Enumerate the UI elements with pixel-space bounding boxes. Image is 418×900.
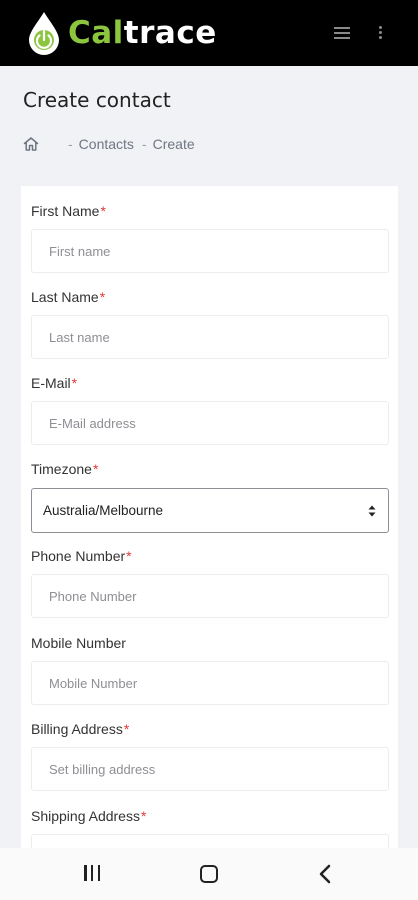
phone-number-label-text: Phone Number [31,548,126,564]
first-name-input[interactable]: First name [31,229,389,273]
billing-address-label-text: Billing Address [31,721,123,737]
mobile-number-label: Mobile Number [31,635,126,651]
email-placeholder: E-Mail address [49,415,136,431]
page-title: Create contact [23,88,171,112]
timezone-label-text: Timezone [31,461,92,477]
breadcrumb-contacts[interactable]: Contacts [79,136,134,152]
email-label-text: E-Mail [31,375,71,391]
phone-number-input[interactable]: Phone Number [31,574,389,618]
logo-text-cal: Cal [68,15,124,51]
timezone-selected-value: Australia/Melbourne [43,503,164,518]
mobile-number-placeholder: Mobile Number [49,675,138,691]
breadcrumb-create: Create [152,136,195,152]
breadcrumb-separator: - [68,136,73,152]
timezone-label: Timezone* [31,461,98,477]
last-name-label: Last Name* [31,289,105,305]
timezone-select[interactable]: Australia/Melbourne [31,488,389,533]
phone-number-placeholder: Phone Number [49,588,137,604]
phone-number-label: Phone Number* [31,548,132,564]
required-marker: * [92,461,99,477]
required-marker: * [99,289,106,305]
breadcrumb-separator: - [141,136,147,152]
billing-address-input[interactable]: Set billing address [31,747,389,791]
shipping-address-label: Shipping Address* [31,808,146,824]
last-name-label-text: Last Name [31,289,99,305]
logo-text-trace: trace [123,15,217,51]
vertical-dots-icon[interactable] [379,26,383,40]
drop-power-icon [29,12,59,55]
logo-text: Caltrace [68,10,217,56]
required-marker: * [71,375,78,391]
recent-apps-icon[interactable] [84,865,100,881]
mobile-number-label-text: Mobile Number [31,635,126,651]
billing-address-label: Billing Address* [31,721,129,737]
home-button-icon[interactable] [200,865,218,883]
required-marker: * [126,548,132,564]
first-name-label: First Name* [31,203,106,219]
home-icon[interactable] [22,135,40,153]
email-input[interactable]: E-Mail address [31,401,389,445]
breadcrumb: - Contacts - Create [22,134,195,154]
email-label: E-Mail* [31,375,77,391]
caltrace-logo[interactable]: Caltrace [26,10,217,56]
required-marker: * [100,203,106,219]
mobile-number-input[interactable]: Mobile Number [31,661,389,705]
last-name-input[interactable]: Last name [31,315,389,359]
hamburger-menu-icon[interactable] [334,27,350,39]
billing-address-placeholder: Set billing address [49,761,156,777]
first-name-placeholder: First name [49,243,111,259]
shipping-address-label-text: Shipping Address [31,808,140,824]
required-marker: * [140,808,147,824]
first-name-label-text: First Name [31,203,100,219]
last-name-placeholder: Last name [49,329,110,345]
select-arrows-icon [368,505,376,517]
required-marker: * [123,721,130,737]
app-header: Caltrace [0,0,418,66]
back-chevron-icon[interactable] [318,864,332,884]
